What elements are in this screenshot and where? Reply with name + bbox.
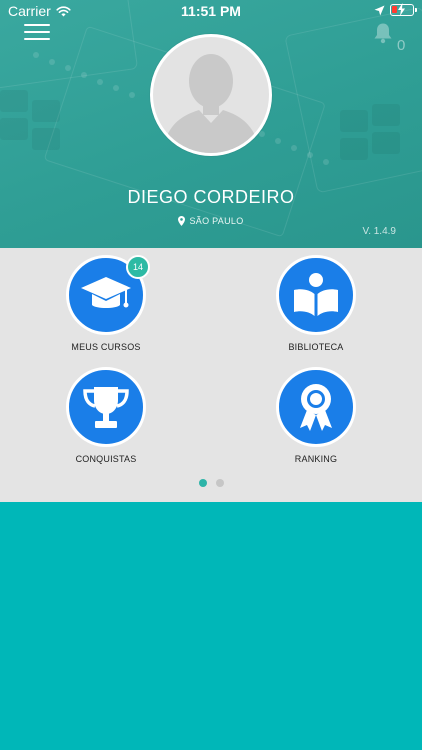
notification-count: 0 xyxy=(397,37,406,54)
tile-label: CONQUISTAS xyxy=(75,454,137,464)
profile-header: Carrier 11:51 PM 0 DIEGO CORDEIRO SÃO PA… xyxy=(0,0,422,248)
status-bar: Carrier 11:51 PM xyxy=(0,0,422,24)
person-silhouette-icon xyxy=(163,54,259,153)
tile-ranking[interactable]: RANKING xyxy=(246,367,386,464)
tile-icon-circle xyxy=(276,255,356,335)
tile-icon-circle: 14 xyxy=(66,255,150,335)
status-time: 11:51 PM xyxy=(181,3,241,19)
tile-label: MEUS CURSOS xyxy=(71,342,141,352)
location-arrow-icon xyxy=(374,5,385,15)
notification-bell-icon[interactable] xyxy=(373,22,393,44)
tile-meus-cursos[interactable]: 14 MEUS CURSOS xyxy=(36,255,176,352)
courses-count-badge: 14 xyxy=(126,255,150,279)
page-dot-2[interactable] xyxy=(215,479,224,487)
avatar-placeholder xyxy=(153,37,269,153)
page-dot-1[interactable] xyxy=(198,479,207,487)
tile-label: BIBLIOTECA xyxy=(288,342,344,352)
tile-biblioteca[interactable]: BIBLIOTECA xyxy=(246,255,386,352)
menu-line xyxy=(24,38,50,40)
trophy-icon xyxy=(83,387,129,428)
location-label: SÃO PAULO xyxy=(189,216,244,226)
tile-label: RANKING xyxy=(294,454,338,464)
map-pin-icon xyxy=(178,216,186,226)
menu-button[interactable] xyxy=(24,24,50,42)
battery-icon xyxy=(390,3,417,16)
user-name: DIEGO CORDEIRO xyxy=(127,187,295,207)
avatar[interactable] xyxy=(150,34,272,156)
menu-line xyxy=(24,24,50,26)
reading-person-icon xyxy=(294,273,338,316)
tile-conquistas[interactable]: CONQUISTAS xyxy=(36,367,176,464)
app-version: V. 1.4.9 xyxy=(362,226,396,237)
user-location: SÃO PAULO xyxy=(0,216,422,226)
charging-bolt-icon xyxy=(398,3,405,16)
tile-icon-circle xyxy=(66,367,146,447)
menu-line xyxy=(24,31,50,33)
tile-icon-circle xyxy=(276,367,356,447)
award-ribbon-icon xyxy=(300,384,332,431)
bottom-area xyxy=(0,502,422,750)
menu-grid-panel: 14 MEUS CURSOS BIBLIOTECA CONQUISTAS RAN… xyxy=(0,248,422,502)
status-right xyxy=(374,3,417,16)
page-indicator xyxy=(0,479,422,487)
graduation-cap-icon xyxy=(81,277,131,308)
